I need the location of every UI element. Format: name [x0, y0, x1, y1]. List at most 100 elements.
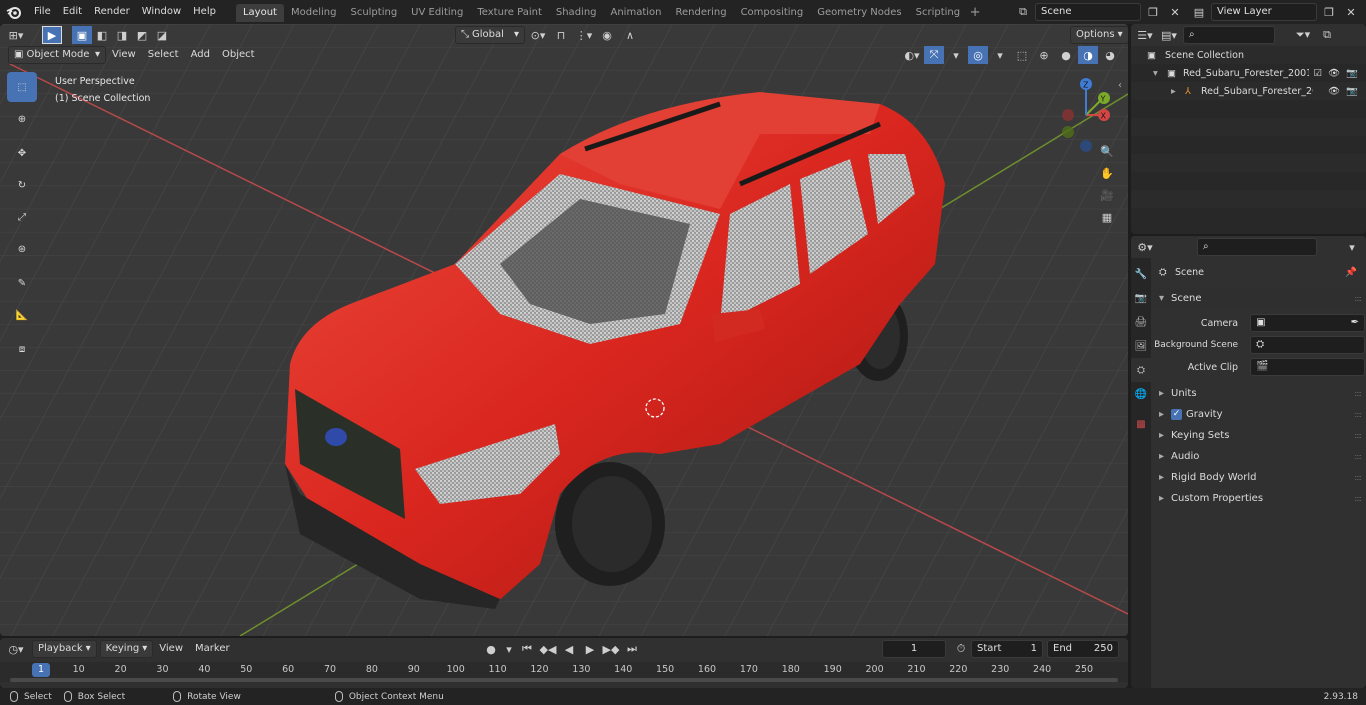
pan-hand-icon[interactable]: ✋ [1097, 164, 1117, 182]
outliner-row-object[interactable]: ▸ ⅄ Red_Subaru_Forester_20 👁 📷 [1131, 82, 1366, 100]
editor-type-icon[interactable]: ⊞▾ [6, 26, 26, 44]
panel-audio-header[interactable]: ▸ Audio :::: [1153, 446, 1365, 467]
world-tab-icon[interactable]: 🌐 [1131, 382, 1151, 406]
tab-shading[interactable]: Shading [549, 4, 604, 22]
pin-icon[interactable]: 📌 [1345, 267, 1357, 278]
blender-logo-icon[interactable] [0, 0, 28, 24]
prev-keyframe-icon[interactable]: ◆◀ [538, 640, 558, 658]
jump-start-icon[interactable]: ⏮ [517, 640, 537, 658]
viewport-menu-select[interactable]: Select [142, 45, 185, 65]
keying-dropdown[interactable]: Keying ▾ [99, 640, 154, 658]
cursor-tool-icon[interactable]: ⊕ [7, 104, 37, 134]
stopwatch-icon[interactable]: ⏱ [951, 640, 971, 658]
panel-keying-sets-header[interactable]: ▸ Keying Sets :::: [1153, 425, 1365, 446]
overlay-toggle-icon[interactable]: ◎ [968, 46, 988, 64]
gizmo-toggle-icon[interactable]: ⤧ [924, 46, 944, 64]
falloff-icon[interactable]: ∧ [620, 26, 640, 44]
record-options-icon[interactable]: ▾ [502, 640, 516, 658]
timeline-editor-type-icon[interactable]: ◷▾ [6, 640, 26, 658]
gravity-checkbox[interactable]: ✓ [1171, 409, 1182, 420]
output-tab-icon[interactable]: 🖨 [1131, 310, 1151, 334]
eyedropper-icon[interactable]: ✒ [1351, 315, 1359, 331]
viewport-menu-add[interactable]: Add [185, 45, 216, 65]
tab-texture-paint[interactable]: Texture Paint [470, 4, 549, 22]
panel-scene-header[interactable]: ▾ Scene :::: [1153, 288, 1365, 309]
exclude-checkbox-icon[interactable]: ☑ [1313, 68, 1322, 79]
tab-layout[interactable]: Layout [235, 4, 284, 22]
panel-gravity-header[interactable]: ▸ ✓ Gravity :::: [1153, 404, 1365, 425]
tool-tab-icon[interactable]: 🔧 [1131, 262, 1151, 286]
options-dropdown[interactable]: Options ▾ [1070, 26, 1128, 44]
scene-tab-icon[interactable]: ⛭ [1131, 358, 1151, 382]
zoom-icon[interactable]: 🔍 [1097, 142, 1117, 160]
ortho-grid-icon[interactable]: ▦ [1097, 208, 1117, 226]
properties-editor-type-icon[interactable]: ⚙▾ [1135, 238, 1155, 256]
drag-handle-icon[interactable]: :::: [1354, 494, 1362, 503]
drag-handle-icon[interactable]: :::: [1354, 473, 1362, 482]
menu-file[interactable]: File [28, 0, 57, 24]
3d-viewport[interactable]: X Y Z ⊞▾ ▶ ▣ ◧ ◨ ◩ ◪ ⤡ Global ▾ ⊙▾ ⊓ ⋮▾ ◉ … [0, 24, 1128, 636]
select-subtract-icon[interactable]: ◨ [112, 26, 132, 44]
pivot-point-icon[interactable]: ⊙▾ [528, 26, 548, 44]
snap-icon[interactable]: ⊓ [551, 26, 571, 44]
camera-view-icon[interactable]: 🎥 [1097, 186, 1117, 204]
visibility-icon[interactable]: ◐▾ [902, 46, 922, 64]
select-intersect-icon[interactable]: ◪ [152, 26, 172, 44]
start-frame-field[interactable]: Start 1 [971, 640, 1043, 658]
menu-render[interactable]: Render [88, 0, 136, 24]
rendered-shading-icon[interactable]: ◕ [1100, 46, 1120, 64]
solid-shading-icon[interactable]: ● [1056, 46, 1076, 64]
timeline-scrollbar[interactable] [10, 678, 1118, 682]
expand-chevron-right-icon[interactable]: ▸ [1171, 86, 1185, 97]
visibility-eye-icon[interactable]: 👁 [1328, 86, 1340, 97]
shading-dropdown-icon[interactable]: ▾ [1122, 46, 1128, 64]
render-tab-icon[interactable]: 📷 [1131, 286, 1151, 310]
drag-handle-icon[interactable]: :::: [1354, 431, 1362, 440]
annotate-tool-icon[interactable]: ✎ [7, 268, 37, 298]
timeline-ruler[interactable]: 1 10 20 30 40 50 60 70 80 90 100 110 120 130 140 150 16… [0, 662, 1128, 682]
next-keyframe-icon[interactable]: ▶◆ [601, 640, 621, 658]
view-layer-icon[interactable]: ▤ [1189, 3, 1209, 21]
rotate-tool-icon[interactable]: ↻ [7, 170, 37, 200]
menu-help[interactable]: Help [187, 0, 222, 24]
new-view-layer-icon[interactable]: ❐ [1319, 3, 1339, 21]
collapse-sidebar-icon[interactable]: ‹ [1118, 80, 1122, 91]
material-shading-icon[interactable]: ◑ [1078, 46, 1098, 64]
play-reverse-icon[interactable]: ◀ [559, 640, 579, 658]
jump-end-icon[interactable]: ⏭ [622, 640, 642, 658]
outliner-row-scene-collection[interactable]: ▣ Scene Collection [1131, 46, 1366, 64]
gizmo-dropdown-icon[interactable]: ▾ [946, 46, 966, 64]
new-collection-icon[interactable]: ⧉ [1317, 26, 1337, 44]
outliner-row-collection[interactable]: ▾ ▣ Red_Subaru_Forester_2001_S ☑ 👁 📷 [1131, 64, 1366, 82]
tab-rendering[interactable]: Rendering [668, 4, 733, 22]
viewport-menu-view[interactable]: View [106, 45, 142, 65]
render-camera-icon[interactable]: 📷 [1346, 86, 1358, 97]
texture-tab-icon[interactable]: ▩ [1131, 412, 1151, 436]
outliner-editor-type-icon[interactable]: ☰▾ [1135, 26, 1155, 44]
tab-compositing[interactable]: Compositing [734, 4, 811, 22]
mode-dropdown[interactable]: ▣ Object Mode ▾ [8, 46, 106, 64]
properties-search-input[interactable]: ⌕ [1197, 238, 1317, 256]
background-scene-field[interactable]: ⛭ [1250, 336, 1365, 354]
snap-target-icon[interactable]: ⋮▾ [574, 26, 594, 44]
timeline-menu-view[interactable]: View [153, 638, 189, 660]
end-frame-field[interactable]: End 250 [1047, 640, 1119, 658]
measure-tool-icon[interactable]: 📐 [7, 300, 37, 330]
properties-options-icon[interactable]: ▾ [1342, 238, 1362, 256]
drag-handle-icon[interactable]: :::: [1354, 294, 1362, 303]
camera-field[interactable]: ▣ ✒ [1250, 314, 1365, 332]
transform-tool-icon[interactable]: ⊛ [7, 234, 37, 264]
active-clip-field[interactable]: 🎬 [1250, 358, 1365, 376]
tab-animation[interactable]: Animation [604, 4, 669, 22]
select-new-icon[interactable]: ▣ [72, 26, 92, 44]
add-workspace-button[interactable]: + [967, 5, 983, 20]
panel-custom-properties-header[interactable]: ▸ Custom Properties :::: [1153, 488, 1365, 509]
view-layer-tab-icon[interactable]: 🖼 [1131, 334, 1151, 358]
panel-rigid-body-world-header[interactable]: ▸ Rigid Body World :::: [1153, 467, 1365, 488]
tab-uv-editing[interactable]: UV Editing [404, 4, 470, 22]
tab-scripting[interactable]: Scripting [909, 4, 967, 22]
playback-dropdown[interactable]: Playback ▾ [32, 640, 97, 658]
proportional-edit-icon[interactable]: ◉ [597, 26, 617, 44]
current-frame-field[interactable]: 1 [882, 640, 946, 658]
play-icon[interactable]: ▶ [580, 640, 600, 658]
